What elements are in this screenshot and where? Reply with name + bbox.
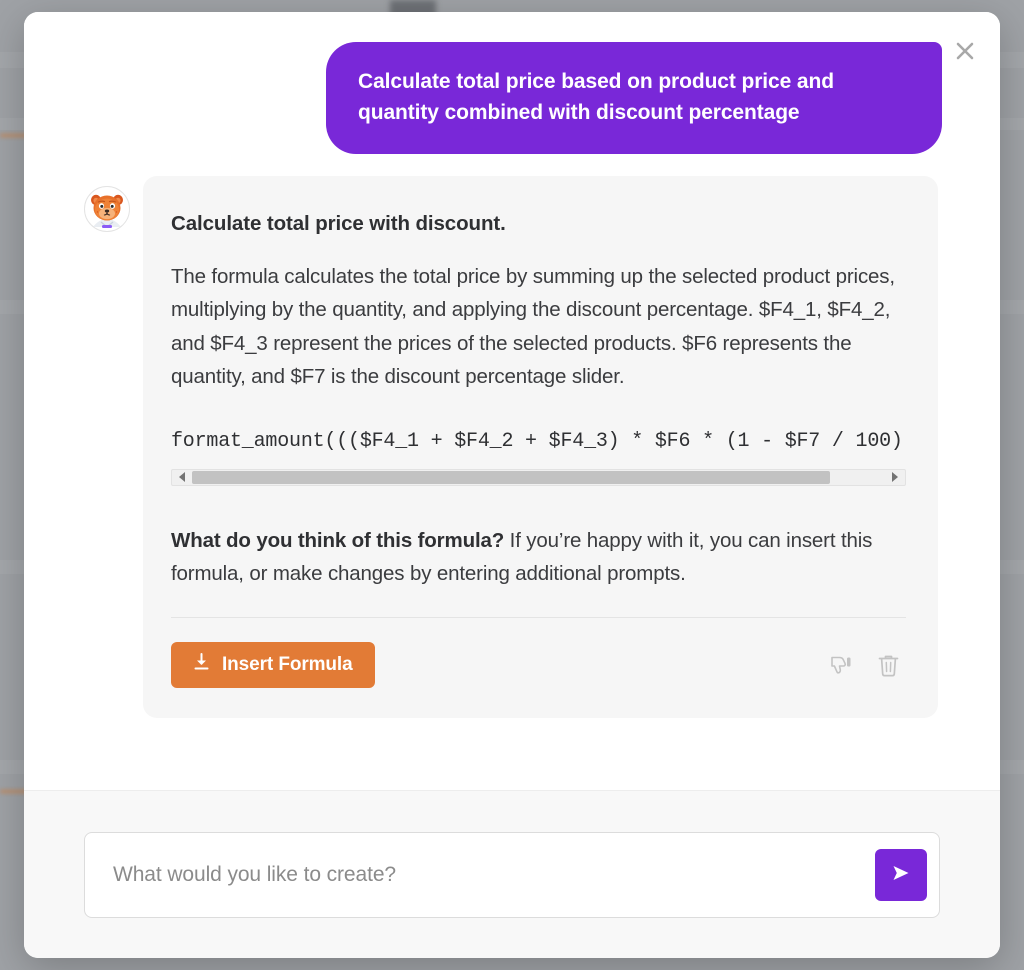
- insert-formula-label: Insert Formula: [222, 654, 353, 676]
- trash-icon[interactable]: [877, 653, 900, 678]
- answer-title: Calculate total price with discount.: [171, 212, 506, 236]
- answer-body-text: The formula calculates the total price b…: [171, 265, 895, 388]
- scrollbar-thumb[interactable]: [192, 470, 830, 484]
- card-divider: [171, 617, 906, 619]
- followup-prompt-text: What do you think of this formula? If yo…: [171, 524, 906, 590]
- followup-question: What do you think of this formula?: [171, 528, 505, 552]
- assistant-answer-card: Calculate total price with discount. The…: [143, 176, 938, 719]
- close-icon[interactable]: [948, 34, 982, 68]
- formula-code-block: format_amount((($F4_1 + $F4_2 + $F4_3) *…: [171, 427, 906, 486]
- send-arrow-icon: [888, 860, 914, 889]
- send-button[interactable]: [875, 848, 927, 901]
- assistant-modal: Calculate total price based on product p…: [24, 12, 1000, 958]
- user-message-bubble: Calculate total price based on product p…: [326, 42, 942, 155]
- assistant-message-row: Calculate total price with discount. The…: [84, 176, 966, 719]
- scrollbar-track[interactable]: [192, 469, 885, 485]
- card-actions-row: Insert Formula: [171, 642, 906, 689]
- insert-formula-button[interactable]: Insert Formula: [171, 642, 375, 689]
- caret-left-icon[interactable]: [172, 470, 192, 485]
- caret-right-icon[interactable]: [885, 470, 905, 485]
- bear-mascot-avatar: [84, 186, 130, 233]
- formula-code-text: format_amount((($F4_1 + $F4_2 + $F4_3) *…: [171, 429, 903, 453]
- feedback-actions: [828, 653, 906, 678]
- download-icon: [193, 653, 210, 677]
- user-message-row: Calculate total price based on product p…: [84, 42, 966, 155]
- prompt-input[interactable]: [113, 862, 875, 887]
- formula-horizontal-scrollbar[interactable]: [171, 468, 906, 486]
- composer-box: [84, 831, 940, 918]
- conversation-scroll-area: Calculate total price based on product p…: [24, 12, 1000, 790]
- composer-area: [24, 790, 1000, 958]
- thumbs-down-icon[interactable]: [828, 653, 853, 678]
